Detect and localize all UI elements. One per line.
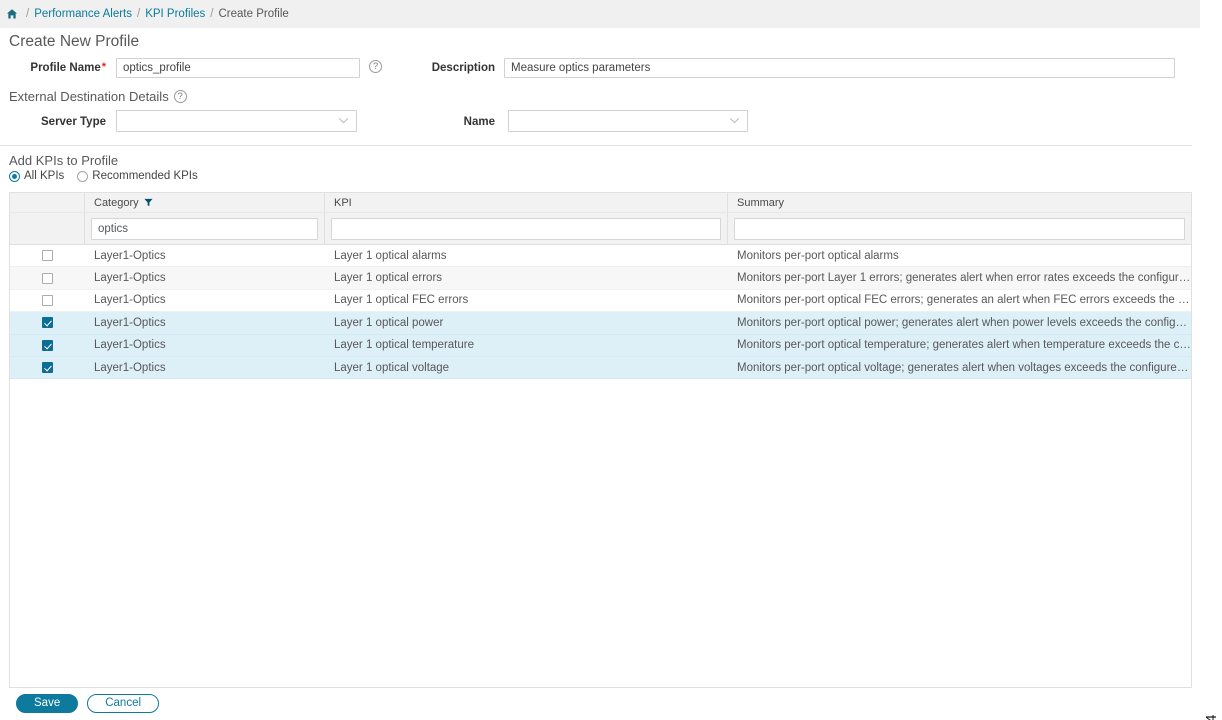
column-header-summary[interactable]: Summary xyxy=(728,193,1191,212)
cell-summary: Monitors per-port optical alarms xyxy=(737,249,899,262)
row-select-cell[interactable] xyxy=(10,317,85,329)
kpi-table-body: Layer1-Optics Layer 1 optical alarms Monit… xyxy=(10,245,1191,380)
cell-summary: Monitors per-port optical temperature; g… xyxy=(737,339,1191,352)
kpi-scope-radio-group: All KPIs Recommended KPIs xyxy=(9,170,198,182)
cell-kpi: Layer 1 optical voltage xyxy=(334,361,450,374)
required-marker: * xyxy=(101,61,106,73)
column-header-category-label: Category xyxy=(94,196,139,209)
filter-input-kpi[interactable] xyxy=(331,217,721,240)
checkbox-unchecked-icon[interactable] xyxy=(42,294,53,306)
row-select-cell[interactable] xyxy=(10,362,85,374)
profile-name-input[interactable] xyxy=(116,58,360,78)
breadcrumb-item-kpi-profiles[interactable]: KPI Profiles xyxy=(145,8,205,20)
kpi-table-filter-row xyxy=(10,213,1191,245)
cell-summary: Monitors per-port Layer 1 errors; genera… xyxy=(737,272,1191,285)
row-select-cell[interactable] xyxy=(10,294,85,306)
cell-summary: Monitors per-port optical power; generat… xyxy=(737,316,1191,329)
radio-all-kpis[interactable]: All KPIs xyxy=(9,170,64,182)
row-select-cell[interactable] xyxy=(10,339,85,351)
column-header-kpi-label: KPI xyxy=(334,196,352,209)
server-type-select[interactable] xyxy=(116,110,357,132)
name-label: Name xyxy=(463,116,495,128)
chevron-down-icon xyxy=(729,116,740,127)
add-kpis-title: Add KPIs to Profile xyxy=(9,153,119,168)
external-destination-help-icon[interactable]: ? xyxy=(173,90,187,103)
cell-category: Layer1-Optics xyxy=(94,339,166,352)
cell-kpi: Layer 1 optical alarms xyxy=(334,249,447,262)
cell-category: Layer1-Optics xyxy=(94,272,166,285)
breadcrumb-item-create-profile: Create Profile xyxy=(218,8,289,20)
cell-kpi: Layer 1 optical temperature xyxy=(334,339,474,352)
home-icon[interactable] xyxy=(6,8,18,20)
table-row[interactable]: Layer1-Optics Layer 1 optical voltage Moni… xyxy=(10,356,1191,380)
radio-all-kpis-label: All KPIs xyxy=(24,170,65,182)
column-header-select xyxy=(10,193,85,212)
figure-id: 521914 xyxy=(1203,714,1220,720)
section-divider xyxy=(0,145,1192,146)
cell-category: Layer1-Optics xyxy=(94,361,166,374)
footer-actions: Save Cancel xyxy=(16,694,160,713)
row-select-cell[interactable] xyxy=(10,272,85,284)
description-input[interactable] xyxy=(504,58,1175,78)
cell-kpi: Layer 1 optical FEC errors xyxy=(334,294,469,307)
filter-input-summary[interactable] xyxy=(734,217,1185,240)
funnel-filter-icon[interactable] xyxy=(144,198,153,207)
description-label: Description xyxy=(431,62,495,74)
radio-all-kpis-indicator xyxy=(9,170,20,182)
table-row[interactable]: Layer1-Optics Layer 1 optical errors Monit… xyxy=(10,267,1191,290)
cell-kpi: Layer 1 optical power xyxy=(334,316,444,329)
table-row[interactable]: Layer1-Optics Layer 1 optical FEC errors M… xyxy=(10,289,1191,313)
breadcrumb-separator-1: / xyxy=(26,8,30,20)
profile-name-label: Profile Name* xyxy=(30,61,106,75)
radio-recommended-kpis-indicator xyxy=(77,170,89,182)
checkbox-unchecked-icon[interactable] xyxy=(42,272,53,284)
kpi-table-header-row: Category KPI Summary xyxy=(10,193,1191,213)
cell-category: Layer1-Optics xyxy=(94,294,166,307)
cancel-button[interactable]: Cancel xyxy=(87,694,160,713)
table-row[interactable]: Layer1-Optics Layer 1 optical alarms Monit… xyxy=(10,245,1191,268)
filter-cell-summary xyxy=(728,213,1191,244)
chevron-down-icon xyxy=(338,116,349,127)
save-button[interactable]: Save xyxy=(16,694,79,713)
breadcrumb: / Performance Alerts / KPI Profiles / Cr… xyxy=(0,0,1200,28)
cell-category: Layer1-Optics xyxy=(94,316,166,329)
breadcrumb-separator-3: / xyxy=(210,8,214,20)
checkbox-checked-icon[interactable] xyxy=(42,317,53,329)
cell-summary: Monitors per-port optical voltage; gener… xyxy=(737,361,1191,374)
table-row[interactable]: Layer1-Optics Layer 1 optical temperature… xyxy=(10,334,1191,357)
filter-cell-category xyxy=(85,213,325,244)
checkbox-checked-icon[interactable] xyxy=(42,362,53,374)
cell-category: Layer1-Optics xyxy=(94,249,166,262)
kpi-table: Category KPI Summary La xyxy=(9,192,1192,688)
radio-recommended-kpis[interactable]: Recommended KPIs xyxy=(77,170,198,182)
filter-cell-kpi xyxy=(325,213,728,244)
checkbox-checked-icon[interactable] xyxy=(42,339,53,351)
breadcrumb-separator-2: / xyxy=(137,8,141,20)
page-root: / Performance Alerts / KPI Profiles / Cr… xyxy=(0,0,1222,720)
column-header-kpi[interactable]: KPI xyxy=(325,193,728,212)
radio-recommended-kpis-label: Recommended KPIs xyxy=(92,170,198,182)
server-type-label: Server Type xyxy=(41,116,106,128)
filter-cell-select xyxy=(10,213,85,244)
page-title: Create New Profile xyxy=(9,33,140,50)
checkbox-unchecked-icon[interactable] xyxy=(42,250,53,262)
column-header-summary-label: Summary xyxy=(737,196,785,209)
external-destination-title: External Destination Details ? xyxy=(9,89,187,104)
breadcrumb-item-performance-alerts[interactable]: Performance Alerts xyxy=(34,8,132,20)
name-select[interactable] xyxy=(508,110,748,132)
cell-kpi: Layer 1 optical errors xyxy=(334,272,443,285)
column-header-category[interactable]: Category xyxy=(85,193,325,212)
filter-input-category[interactable] xyxy=(91,217,318,240)
table-row[interactable]: Layer1-Optics Layer 1 optical power Monito… xyxy=(10,312,1191,335)
row-select-cell[interactable] xyxy=(10,250,85,262)
cell-summary: Monitors per-port optical FEC errors; ge… xyxy=(737,294,1191,307)
profile-name-help-icon[interactable]: ? xyxy=(369,60,382,73)
